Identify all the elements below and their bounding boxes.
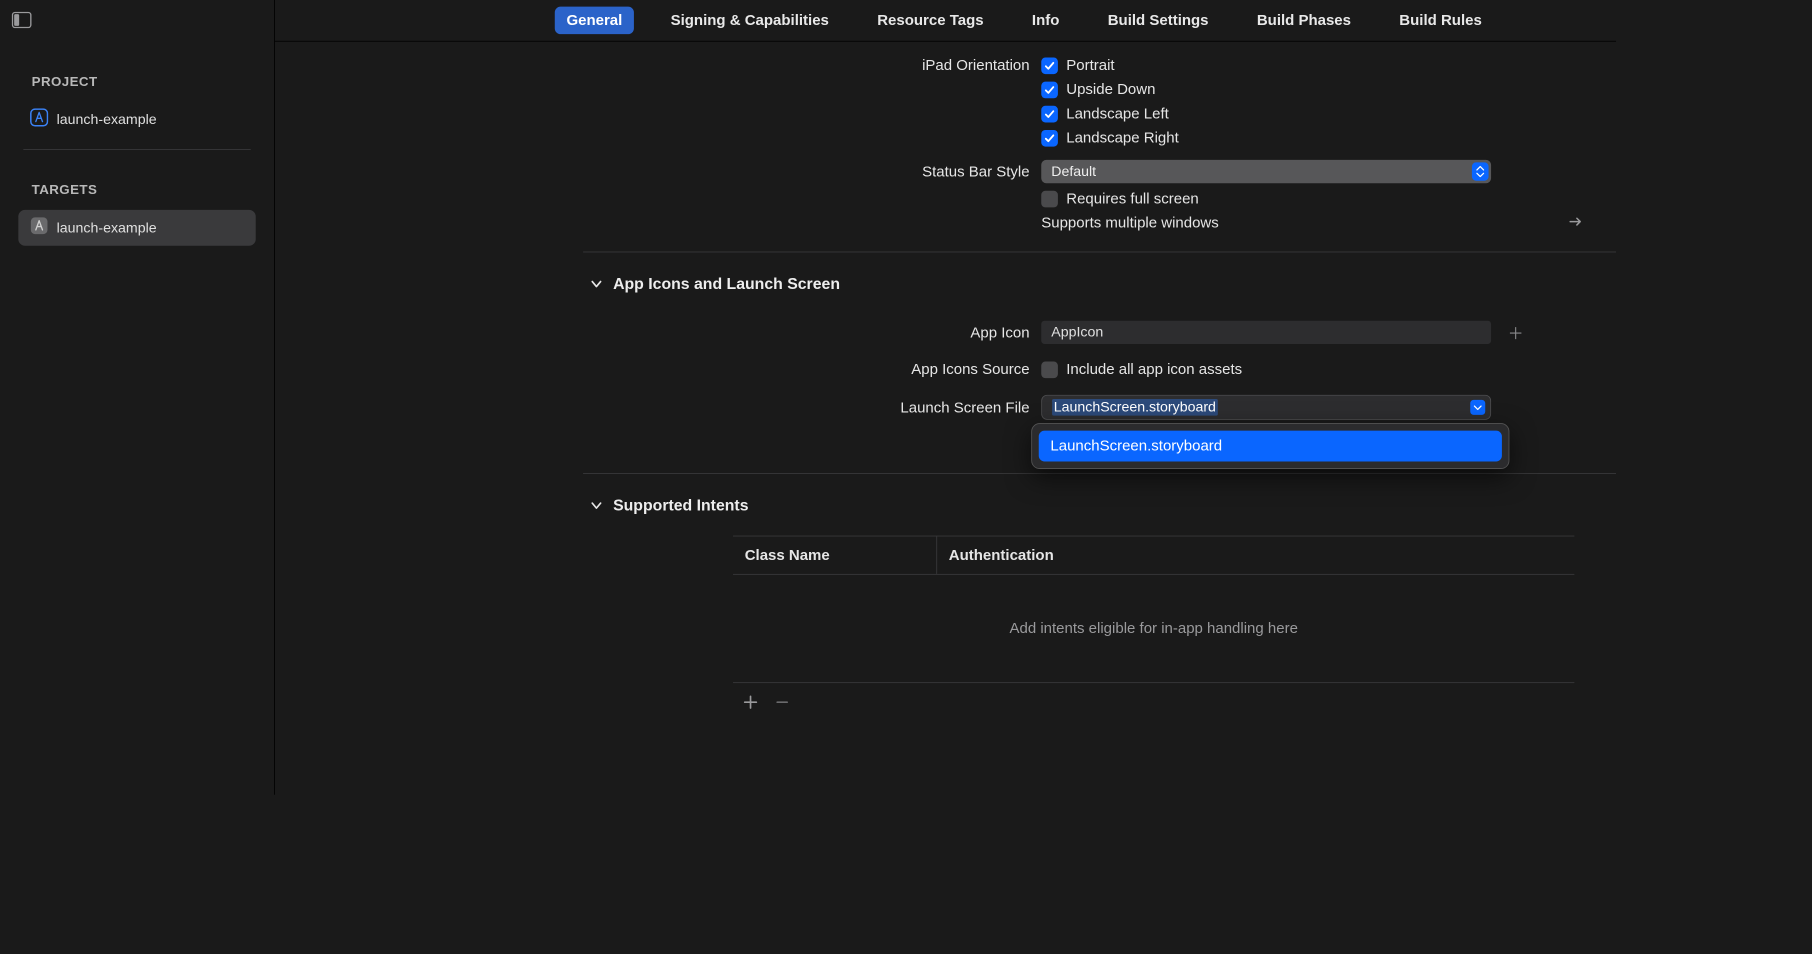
col-class-name[interactable]: Class Name [733, 536, 937, 573]
add-app-icon-button[interactable]: ＋ [1508, 321, 1524, 343]
tab-resource-tags[interactable]: Resource Tags [866, 7, 996, 34]
supported-intents-section-title: Supported Intents [613, 497, 748, 515]
separator [583, 252, 1616, 253]
separator [583, 473, 1616, 474]
add-intent-button[interactable] [740, 691, 762, 713]
app-icons-source-label: App Icons Source [275, 361, 1041, 378]
sidebar-toggle-icon[interactable] [12, 11, 32, 30]
app-target-icon [30, 217, 48, 239]
supports-multiple-windows-label: Supports multiple windows [1041, 214, 1219, 231]
landscape-right-checkbox[interactable] [1041, 130, 1058, 147]
launch-screen-dropdown: LaunchScreen.storyboard [1031, 423, 1509, 469]
launch-screen-file-combo[interactable]: LaunchScreen.storyboard [1041, 395, 1491, 420]
select-stepper-icon [1472, 162, 1489, 180]
portrait-checkbox[interactable] [1041, 57, 1058, 74]
upside-down-checkbox[interactable] [1041, 81, 1058, 98]
disclosure-chevron-icon[interactable] [590, 499, 603, 515]
requires-fullscreen-checkbox[interactable] [1041, 190, 1058, 207]
status-bar-style-select[interactable]: Default [1041, 160, 1491, 183]
project-navigator-sidebar: PROJECT launch-example TARGETS launch-ex… [0, 0, 275, 795]
status-bar-style-value: Default [1051, 163, 1096, 180]
table-header-row: Class Name Authentication [733, 536, 1574, 575]
tab-info[interactable]: Info [1020, 7, 1071, 34]
include-all-assets-label: Include all app icon assets [1066, 361, 1242, 378]
app-icon-label: App Icon [275, 324, 1041, 341]
disclosure-chevron-icon[interactable] [590, 277, 603, 293]
project-item[interactable]: launch-example [18, 102, 255, 138]
app-icons-section-title: App Icons and Launch Screen [613, 276, 840, 294]
targets-section-header: TARGETS [10, 150, 264, 210]
tab-build-rules[interactable]: Build Rules [1388, 7, 1494, 34]
target-item[interactable]: launch-example [18, 210, 255, 246]
tab-signing[interactable]: Signing & Capabilities [659, 7, 841, 34]
include-all-assets-checkbox[interactable] [1041, 361, 1058, 378]
landscape-left-checkbox[interactable] [1041, 105, 1058, 122]
project-section-header: PROJECT [10, 42, 264, 102]
app-icon-value: AppIcon [1051, 324, 1103, 341]
combo-dropdown-icon[interactable] [1470, 400, 1485, 415]
landscape-left-label: Landscape Left [1066, 105, 1169, 122]
remove-intent-button[interactable] [771, 691, 793, 713]
tab-general[interactable]: General [555, 7, 634, 34]
launch-screen-dropdown-item[interactable]: LaunchScreen.storyboard [1039, 431, 1502, 462]
supported-intents-table: Class Name Authentication Add intents el… [733, 536, 1574, 722]
tab-build-phases[interactable]: Build Phases [1245, 7, 1362, 34]
intents-placeholder: Add intents eligible for in-app handling… [733, 575, 1574, 683]
launch-screen-file-value: LaunchScreen.storyboard [1052, 399, 1218, 416]
landscape-right-label: Landscape Right [1066, 129, 1179, 146]
app-project-icon [30, 108, 48, 130]
upside-down-label: Upside Down [1066, 81, 1155, 98]
editor-tabs: General Signing & Capabilities Resource … [275, 0, 1616, 42]
project-item-label: launch-example [57, 111, 157, 128]
app-icon-field[interactable]: AppIcon [1041, 321, 1491, 344]
ipad-orientation-label: iPad Orientation [275, 57, 1041, 74]
launch-screen-file-label: Launch Screen File [275, 399, 1041, 416]
tab-build-settings[interactable]: Build Settings [1096, 7, 1220, 34]
requires-fullscreen-label: Requires full screen [1066, 190, 1199, 207]
target-item-label: launch-example [57, 219, 157, 236]
col-authentication[interactable]: Authentication [937, 536, 1065, 573]
portrait-label: Portrait [1066, 57, 1114, 74]
status-bar-style-label: Status Bar Style [275, 163, 1041, 180]
navigate-arrow-icon[interactable] [1569, 214, 1582, 231]
